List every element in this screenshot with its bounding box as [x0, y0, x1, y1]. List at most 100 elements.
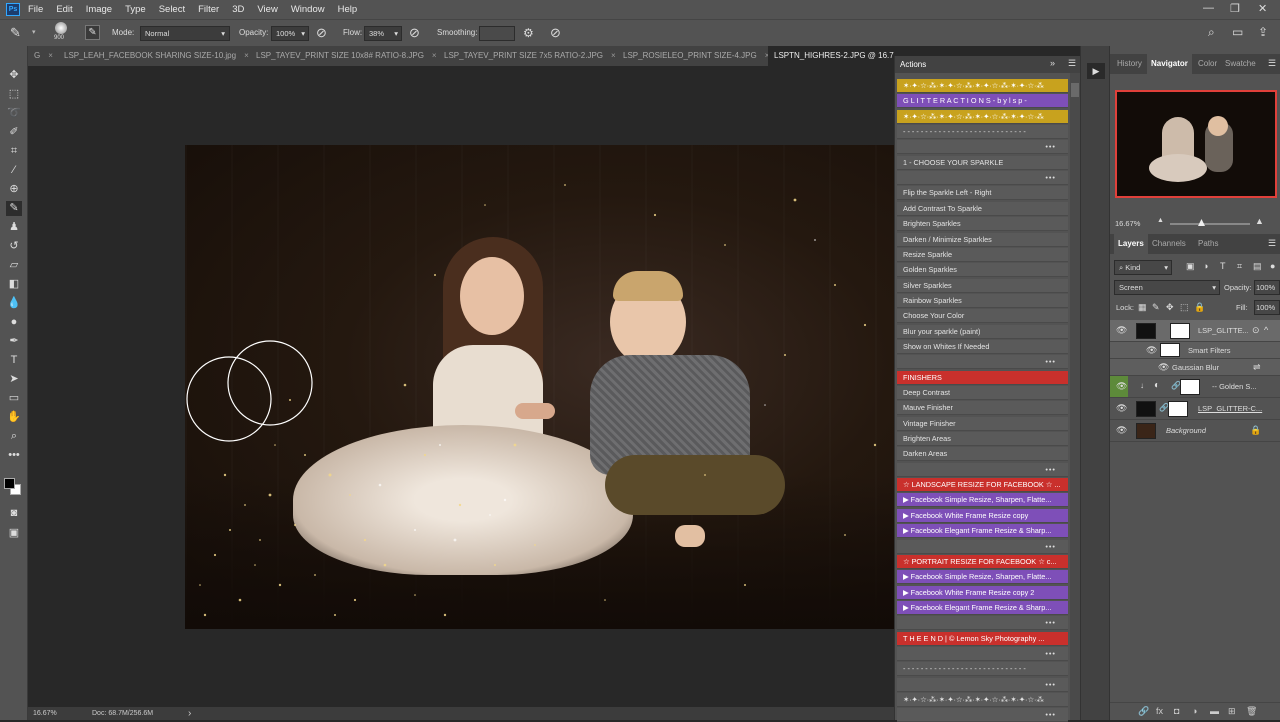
filter-name[interactable]: Gaussian Blur [1172, 363, 1219, 372]
action-row[interactable]: ▶ Facebook White Frame Resize copy [897, 508, 1068, 523]
eye-icon[interactable]: 👁 [1146, 345, 1157, 356]
fx-icon[interactable]: fx [1156, 706, 1163, 716]
menu-filter[interactable]: 3D [232, 4, 244, 15]
action-row[interactable]: ••• [897, 171, 1068, 186]
restore-button[interactable]: ❐ [1230, 2, 1240, 15]
action-row[interactable]: Resize Sparkle [897, 247, 1068, 262]
search-icon[interactable]: ⌕ [1208, 25, 1215, 40]
action-row[interactable]: Mauve Finisher [897, 401, 1068, 416]
action-row[interactable]: ▶ Facebook Simple Resize, Sharpen, Flatt… [897, 493, 1068, 508]
action-row[interactable]: ••• [897, 462, 1068, 477]
action-row[interactable]: Choose Your Color [897, 309, 1068, 324]
action-row[interactable]: Brighten Areas [897, 432, 1068, 447]
action-row[interactable]: ✶·✦·☆·⁂·✶·✦·☆·⁂·✶·✦·☆·⁂·✶·✦·☆·⁂ [897, 109, 1068, 124]
document-tab[interactable]: LSP_ROSIELEO_PRINT SIZE-4.JPG× [617, 46, 769, 66]
menu-select[interactable]: Filter [198, 4, 219, 15]
opacity-input[interactable]: 100% ▾ [271, 26, 309, 41]
menu-window[interactable]: Help [338, 4, 358, 15]
fill-input[interactable]: 100% [1254, 300, 1280, 315]
zoom-tool-icon[interactable]: ⌕ [6, 429, 22, 444]
blend-mode-select[interactable]: Screen ▾ [1114, 280, 1220, 295]
panel-menu-icon[interactable]: ☰ [1068, 58, 1076, 69]
menu-3d[interactable]: View [257, 4, 277, 15]
document-tab[interactable]: LSP_TAYEV_PRINT SIZE 10x8# RATIO-8.JPG × [250, 46, 437, 66]
chevron-down-icon[interactable]: ▾ [32, 28, 36, 36]
new-adjustment-icon[interactable]: ◑ [1192, 706, 1197, 716]
action-row[interactable]: ••• [897, 646, 1068, 661]
zoom-level[interactable]: 16.67% [33, 710, 57, 717]
marquee-tool-icon[interactable]: ⬚ [6, 87, 22, 102]
tab-color[interactable]: Color [1198, 54, 1217, 74]
quick-select-tool-icon[interactable]: ✐ [6, 125, 22, 140]
share-icon[interactable]: ⇪ [1258, 25, 1268, 39]
pressure-size-icon[interactable]: ⊘ [550, 25, 561, 41]
eyedropper-tool-icon[interactable]: ⁄ [6, 163, 22, 178]
layer-filter-select[interactable]: ⌕ Kind ▾ [1114, 260, 1172, 275]
gaussian-blur-row[interactable]: 👁 Gaussian Blur ⇌ [1110, 359, 1280, 376]
action-row[interactable]: ☆ PORTRAIT RESIZE FOR FACEBOOK ☆ c... [897, 554, 1068, 569]
filter-options-icon[interactable]: ⇌ [1253, 362, 1261, 373]
lock-artboard-icon[interactable]: ⬚ [1180, 302, 1189, 313]
eye-icon[interactable]: 👁 [1116, 425, 1127, 436]
filter-adjustment-icon[interactable]: ◑ [1203, 261, 1208, 271]
eye-icon[interactable]: 👁 [1116, 381, 1127, 392]
link-layers-icon[interactable]: 🔗 [1138, 706, 1149, 717]
brush-settings-icon[interactable]: ✎ [85, 25, 100, 40]
tab-history[interactable]: History [1117, 54, 1142, 74]
close-icon[interactable]: × [432, 51, 437, 60]
mode-select[interactable]: Normal ▾ [140, 26, 230, 41]
zoom-in-icon[interactable]: ▲ [1255, 216, 1264, 226]
tab-paths[interactable]: Paths [1198, 234, 1218, 254]
pressure-opacity-icon[interactable]: ⊘ [316, 25, 327, 41]
new-group-icon[interactable]: ▬ [1210, 706, 1219, 716]
action-row[interactable]: ▶ Facebook Elegant Frame Resize & Sharp.… [897, 600, 1068, 615]
eye-icon[interactable]: 👁 [1116, 325, 1127, 336]
brush-tool-icon[interactable]: ✎ [10, 25, 21, 41]
tab-swatches[interactable]: Swatche [1225, 54, 1256, 74]
blur-tool-icon[interactable]: 💧 [6, 296, 22, 311]
airbrush-icon[interactable]: ⊘ [409, 25, 420, 41]
action-row[interactable]: FINISHERS [897, 370, 1068, 385]
screen-mode-icon[interactable]: ▣ [6, 526, 22, 541]
dodge-tool-icon[interactable]: ● [6, 315, 22, 330]
path-select-tool-icon[interactable]: ➤ [6, 372, 22, 387]
action-row[interactable]: Golden Sparkles [897, 263, 1068, 278]
action-row[interactable]: Vintage Finisher [897, 416, 1068, 431]
layer-row[interactable]: 👁 🔗 LSP_GLITTER-C... [1110, 398, 1280, 420]
eye-icon[interactable]: 👁 [1116, 403, 1127, 414]
chevron-up-icon[interactable]: ^ [1264, 325, 1268, 335]
trash-icon[interactable]: 🗑 [1246, 706, 1257, 717]
filter-shape-icon[interactable]: ⌗ [1237, 261, 1242, 272]
tab-layers[interactable]: Layers [1114, 234, 1148, 254]
document-tab[interactable]: LSP_TAYEV_PRINT SIZE 7x5 RATIO-2.JPG × [438, 46, 616, 66]
filter-type-icon[interactable]: T [1220, 261, 1226, 271]
foreground-color-swatch[interactable] [4, 478, 15, 489]
workspace-icon[interactable]: ▭ [1232, 25, 1243, 39]
layer-name[interactable]: -- Golden S... [1212, 382, 1268, 391]
layer-name[interactable]: LSP_GLITTER-C... [1198, 404, 1264, 413]
smoothing-input[interactable] [479, 26, 515, 41]
document-tab[interactable]: LSP_LEAH_FACEBOOK SHARING SIZE-10.jpg × [58, 46, 249, 66]
action-row[interactable]: Flip the Sparkle Left - Right [897, 186, 1068, 201]
navigator-zoom-value[interactable]: 16.67% [1115, 219, 1140, 228]
action-row[interactable]: Darken Areas [897, 447, 1068, 462]
action-row[interactable]: Darken / Minimize Sparkles [897, 232, 1068, 247]
close-icon[interactable]: × [611, 51, 616, 60]
action-row[interactable]: Blur your sparkle (paint) [897, 324, 1068, 339]
layer-row[interactable]: 👁 Background 🔒 [1110, 420, 1280, 442]
action-row[interactable]: Show on Whites If Needed [897, 339, 1068, 354]
action-row[interactable]: Rainbow Sparkles [897, 293, 1068, 308]
layer-name[interactable]: LSP_GLITTE... [1198, 326, 1248, 335]
action-row[interactable]: ••• [897, 616, 1068, 631]
menu-file[interactable]: File [28, 4, 43, 15]
lock-position-icon[interactable]: ✥ [1166, 302, 1174, 313]
brush-tool-icon[interactable]: ✎ [6, 201, 22, 216]
action-row[interactable]: ••• [897, 677, 1068, 692]
type-tool-icon[interactable]: T [6, 353, 22, 368]
lock-pixels-icon[interactable]: ▦ [1138, 302, 1147, 313]
collapse-panel-icon[interactable]: » [1050, 58, 1055, 68]
action-row[interactable]: ☆ LANDSCAPE RESIZE FOR FACEBOOK ☆ ... [897, 478, 1068, 493]
quick-mask-icon[interactable]: ◙ [6, 506, 22, 521]
layer-opacity-input[interactable]: 100% [1254, 280, 1280, 295]
status-menu-arrow[interactable]: › [188, 708, 191, 719]
